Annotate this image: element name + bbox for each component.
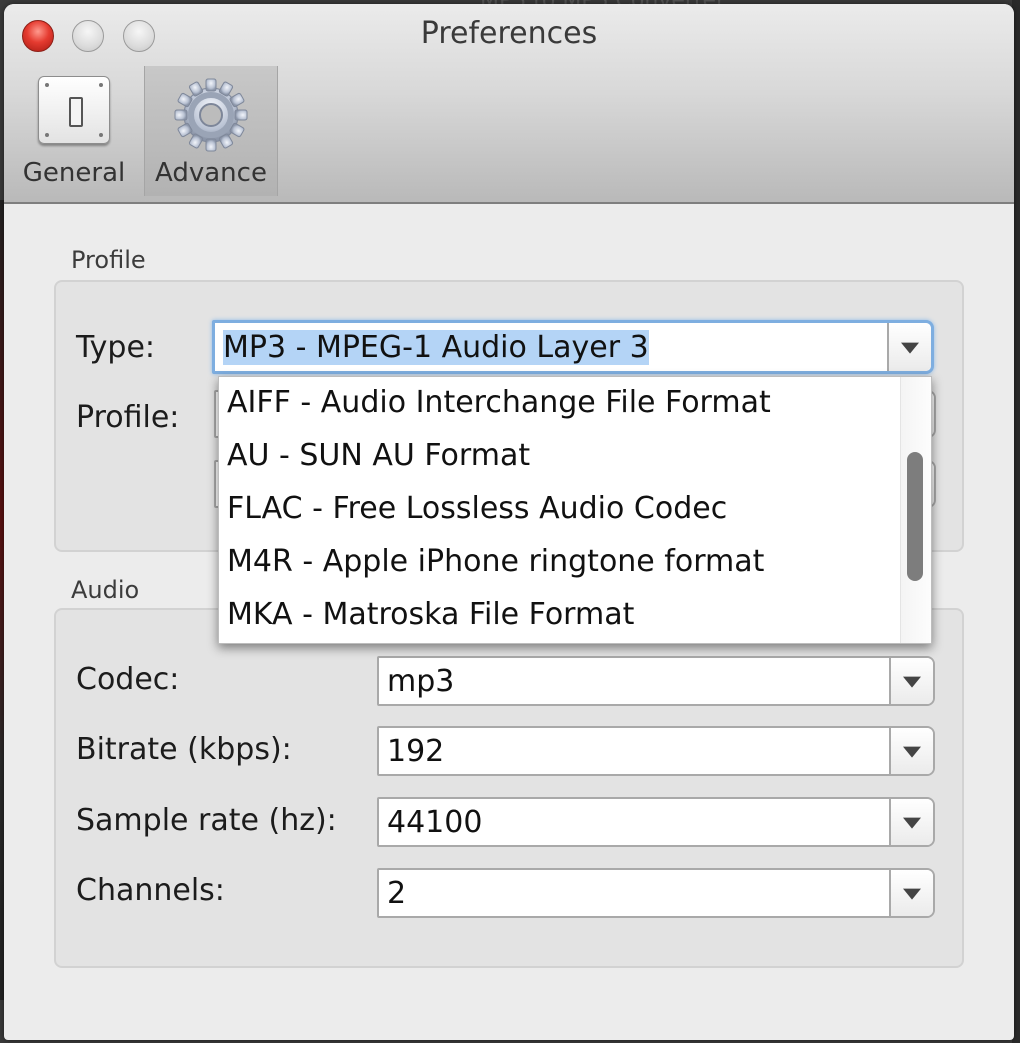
window-title: Preferences — [420, 16, 598, 51]
sample-rate-select[interactable]: 44100 — [377, 797, 935, 847]
chevron-down-icon — [901, 342, 919, 354]
toolbar-item-general[interactable]: General — [8, 66, 140, 196]
channels-select-arrow[interactable] — [889, 870, 933, 916]
codec-value: mp3 — [387, 664, 455, 699]
channels-value: 2 — [387, 876, 407, 911]
codec-select[interactable]: mp3 — [377, 656, 935, 706]
bitrate-value: 192 — [387, 734, 445, 769]
sample-rate-select-arrow[interactable] — [889, 799, 933, 845]
codec-select-arrow[interactable] — [889, 658, 933, 704]
dropdown-option-au[interactable]: AU - SUN AU Format — [227, 438, 530, 473]
dropdown-scrollbar-thumb[interactable] — [907, 452, 923, 581]
dropdown-option-m4r[interactable]: M4R - Apple iPhone ringtone format — [227, 544, 764, 579]
codec-label: Codec: — [76, 662, 180, 697]
dropdown-option-aiff[interactable]: AIFF - Audio Interchange File Format — [227, 385, 771, 420]
bitrate-label: Bitrate (kbps): — [76, 732, 292, 767]
sample-rate-value: 44100 — [387, 805, 483, 840]
dropdown-option-flac[interactable]: FLAC - Free Lossless Audio Codec — [227, 491, 727, 526]
dropdown-option-mka[interactable]: MKA - Matroska File Format — [227, 597, 634, 632]
toolbar: Preferences General Advance — [4, 4, 1014, 204]
chevron-down-icon — [903, 888, 921, 900]
bitrate-select-arrow[interactable] — [889, 728, 933, 774]
type-select-arrow[interactable] — [887, 323, 931, 371]
profile-group-title: Profile — [71, 246, 146, 274]
channels-select[interactable]: 2 — [377, 868, 935, 918]
dropdown-scrollbar[interactable] — [900, 377, 931, 643]
toolbar-item-label: General — [22, 158, 126, 188]
chevron-down-icon — [903, 817, 921, 829]
type-select[interactable]: MP3 - MPEG-1 Audio Layer 3 — [212, 320, 934, 374]
chevron-down-icon — [903, 676, 921, 688]
sample-rate-label: Sample rate (hz): — [76, 803, 337, 838]
gear-icon — [172, 76, 250, 158]
type-select-value: MP3 - MPEG-1 Audio Layer 3 — [223, 330, 649, 365]
light-switch-icon — [38, 76, 110, 144]
type-dropdown-list: AIFF - Audio Interchange File Format AU … — [218, 376, 932, 644]
bitrate-select[interactable]: 192 — [377, 726, 935, 776]
audio-group-title: Audio — [71, 576, 140, 604]
profile-label: Profile: — [76, 400, 180, 435]
preferences-window: Preferences General Advance Profile Type… — [4, 4, 1014, 1040]
channels-label: Channels: — [76, 873, 225, 908]
type-label: Type: — [76, 330, 156, 365]
toolbar-item-label: Advance — [155, 158, 267, 188]
toolbar-item-advance[interactable]: Advance — [144, 66, 278, 196]
chevron-down-icon — [903, 746, 921, 758]
